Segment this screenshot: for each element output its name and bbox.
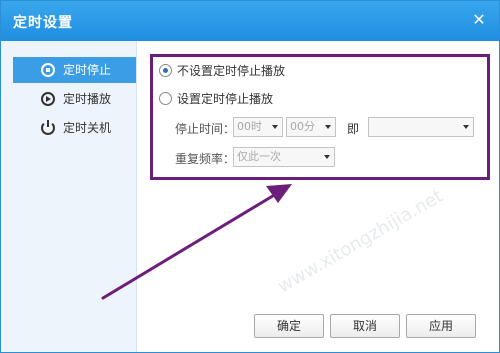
sidebar: 定时停止 定时播放 定时关机 [1, 41, 137, 352]
sidebar-item-timed-stop[interactable]: 定时停止 [13, 57, 136, 83]
sidebar-item-timed-shutdown[interactable]: 定时关机 [13, 115, 136, 141]
sidebar-item-label: 定时关机 [63, 121, 112, 135]
watermark: www.xitongzhijia.net [274, 185, 447, 298]
power-icon [41, 120, 55, 135]
cancel-button[interactable]: 取消 [330, 314, 400, 338]
sidebar-item-timed-play[interactable]: 定时播放 [13, 86, 136, 112]
dialog-title: 定时设置 [13, 15, 73, 31]
annotation-highlight-box [150, 54, 490, 180]
play-icon [41, 92, 55, 106]
apply-button[interactable]: 应用 [406, 314, 476, 338]
sidebar-item-label: 定时播放 [63, 92, 112, 106]
ok-button[interactable]: 确定 [254, 314, 324, 338]
close-icon[interactable]: ✕ [469, 10, 489, 30]
title-bar[interactable]: 定时设置 ✕ [1, 1, 499, 41]
sidebar-item-label: 定时停止 [63, 63, 112, 77]
stop-icon [41, 63, 55, 77]
